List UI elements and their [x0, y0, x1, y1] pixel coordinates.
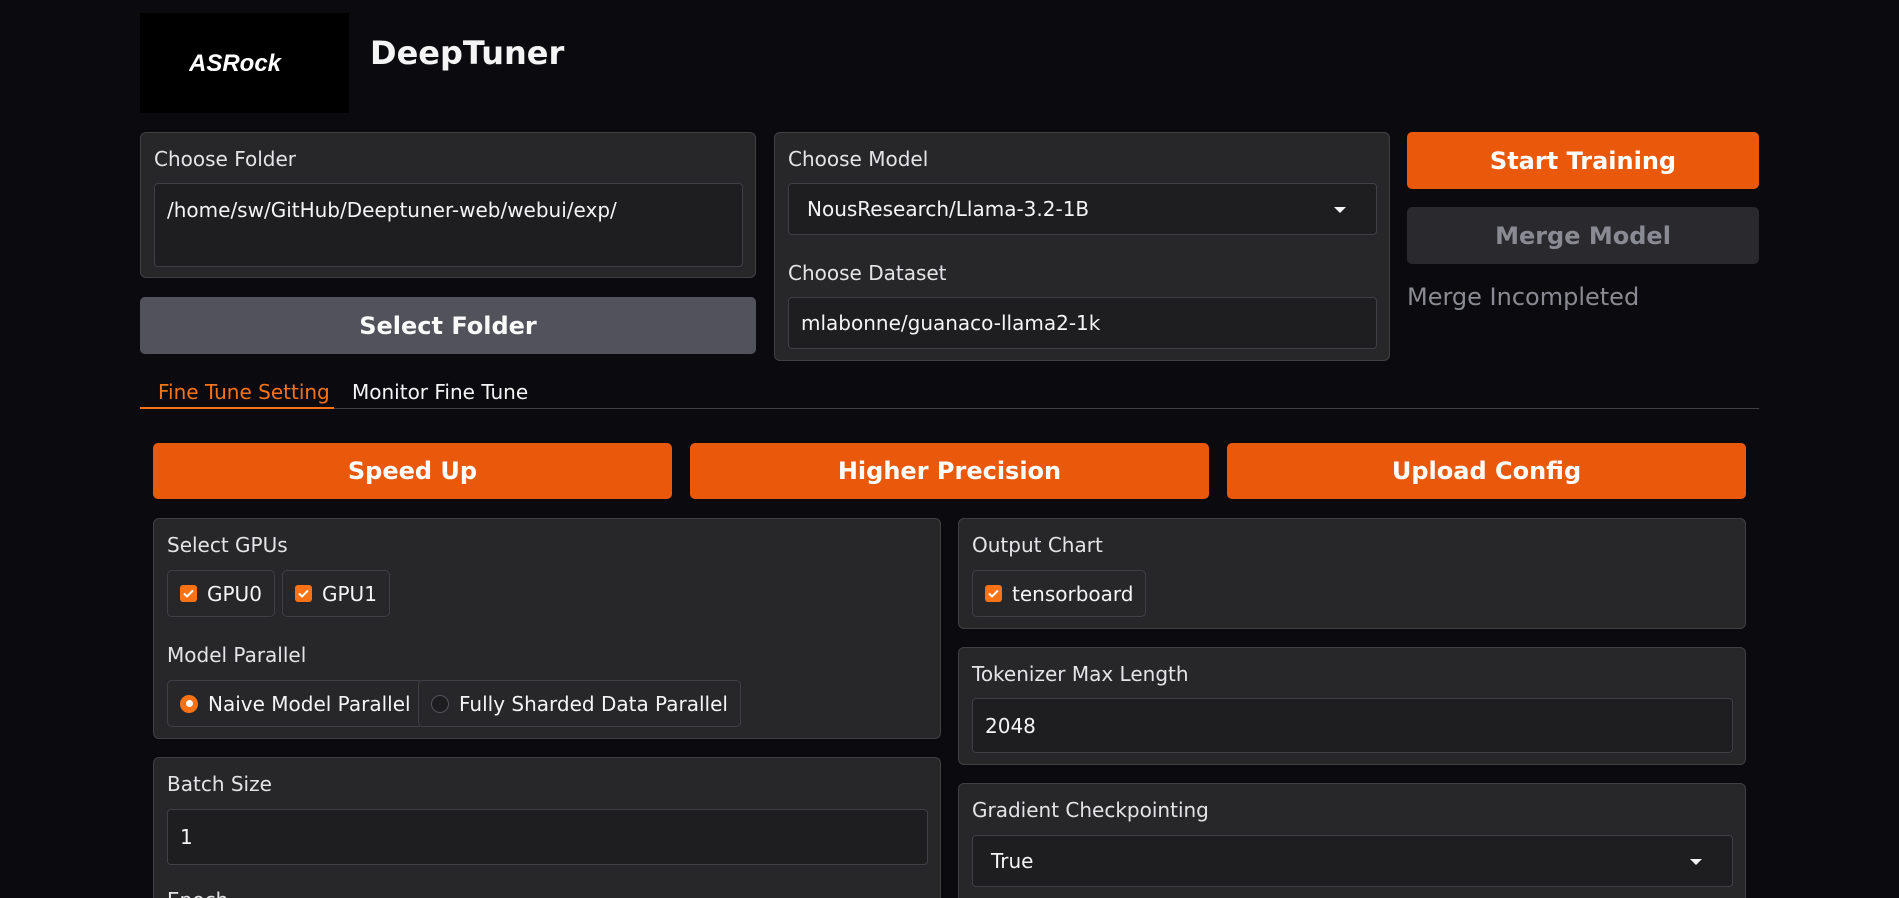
- asrock-logo-mark: ASRock: [189, 50, 283, 76]
- gpu1-label: GPU1: [322, 581, 377, 606]
- active-tab-indicator: [140, 407, 334, 409]
- app-title: DeepTuner: [370, 34, 565, 72]
- naive-model-parallel-radio[interactable]: Naive Model Parallel: [167, 680, 424, 727]
- tab-divider: [140, 408, 1759, 409]
- checkbox-checked-icon: [295, 585, 312, 602]
- svg-text:ASRock: ASRock: [189, 50, 283, 76]
- fsdp-label: Fully Sharded Data Parallel: [459, 691, 728, 716]
- model-dataset-panel: Choose Model NousResearch/Llama-3.2-1B C…: [774, 132, 1390, 361]
- select-gpus-label: Select GPUs: [167, 533, 288, 557]
- naive-model-parallel-label: Naive Model Parallel: [208, 691, 411, 716]
- choose-dataset-label: Choose Dataset: [788, 261, 947, 285]
- tensorboard-checkbox[interactable]: tensorboard: [972, 570, 1147, 617]
- model-select[interactable]: NousResearch/Llama-3.2-1B: [788, 183, 1377, 235]
- tokenizer-max-length-label: Tokenizer Max Length: [972, 662, 1189, 686]
- gradient-checkpointing-label: Gradient Checkpointing: [972, 798, 1209, 822]
- tab-monitor-fine-tune[interactable]: Monitor Fine Tune: [352, 380, 528, 404]
- gpu0-label: GPU0: [207, 581, 262, 606]
- select-folder-button[interactable]: Select Folder: [140, 297, 756, 354]
- gradient-checkpointing-select[interactable]: True: [972, 835, 1733, 887]
- batch-size-label: Batch Size: [167, 772, 272, 796]
- speed-up-button[interactable]: Speed Up: [153, 443, 672, 499]
- upload-config-button[interactable]: Upload Config: [1227, 443, 1746, 499]
- asrock-logo: ASRock: [140, 13, 349, 113]
- dataset-input[interactable]: mlabonne/guanaco-llama2-1k: [788, 297, 1377, 349]
- radio-unselected-icon: [431, 694, 449, 713]
- merge-status-text: Merge Incompleted: [1407, 283, 1640, 311]
- checkbox-checked-icon: [180, 585, 197, 602]
- model-parallel-label: Model Parallel: [167, 643, 307, 667]
- epoch-label: Epoch: [167, 888, 228, 898]
- chevron-down-icon: [1334, 207, 1346, 213]
- gpu0-checkbox[interactable]: GPU0: [167, 570, 275, 617]
- gpu-parallel-panel: Select GPUs GPU0 GPU1 Model Parallel Nai…: [153, 518, 941, 739]
- gradient-checkpointing-panel: Gradient Checkpointing True: [958, 783, 1746, 898]
- tokenizer-panel: Tokenizer Max Length 2048: [958, 647, 1746, 765]
- fsdp-radio[interactable]: Fully Sharded Data Parallel: [418, 680, 741, 727]
- batch-size-panel: Batch Size 1 Epoch: [153, 757, 941, 898]
- output-chart-label: Output Chart: [972, 533, 1103, 557]
- choose-model-label: Choose Model: [788, 147, 929, 171]
- choose-folder-panel: Choose Folder /home/sw/GitHub/Deeptuner-…: [140, 132, 756, 278]
- merge-model-button[interactable]: Merge Model: [1407, 207, 1759, 264]
- start-training-button[interactable]: Start Training: [1407, 132, 1759, 189]
- tensorboard-label: tensorboard: [1012, 581, 1134, 606]
- radio-selected-icon: [180, 694, 198, 713]
- model-select-value: NousResearch/Llama-3.2-1B: [807, 197, 1090, 221]
- output-chart-panel: Output Chart tensorboard: [958, 518, 1746, 629]
- checkbox-checked-icon: [985, 585, 1002, 602]
- tab-fine-tune-setting[interactable]: Fine Tune Setting: [158, 380, 330, 404]
- choose-folder-label: Choose Folder: [154, 147, 297, 171]
- folder-path-input[interactable]: /home/sw/GitHub/Deeptuner-web/webui/exp/: [154, 183, 743, 267]
- higher-precision-button[interactable]: Higher Precision: [690, 443, 1209, 499]
- tokenizer-max-length-input[interactable]: 2048: [972, 698, 1733, 753]
- gpu1-checkbox[interactable]: GPU1: [282, 570, 390, 617]
- chevron-down-icon: [1690, 859, 1702, 865]
- gradient-checkpointing-value: True: [991, 849, 1034, 873]
- batch-size-input[interactable]: 1: [167, 809, 928, 865]
